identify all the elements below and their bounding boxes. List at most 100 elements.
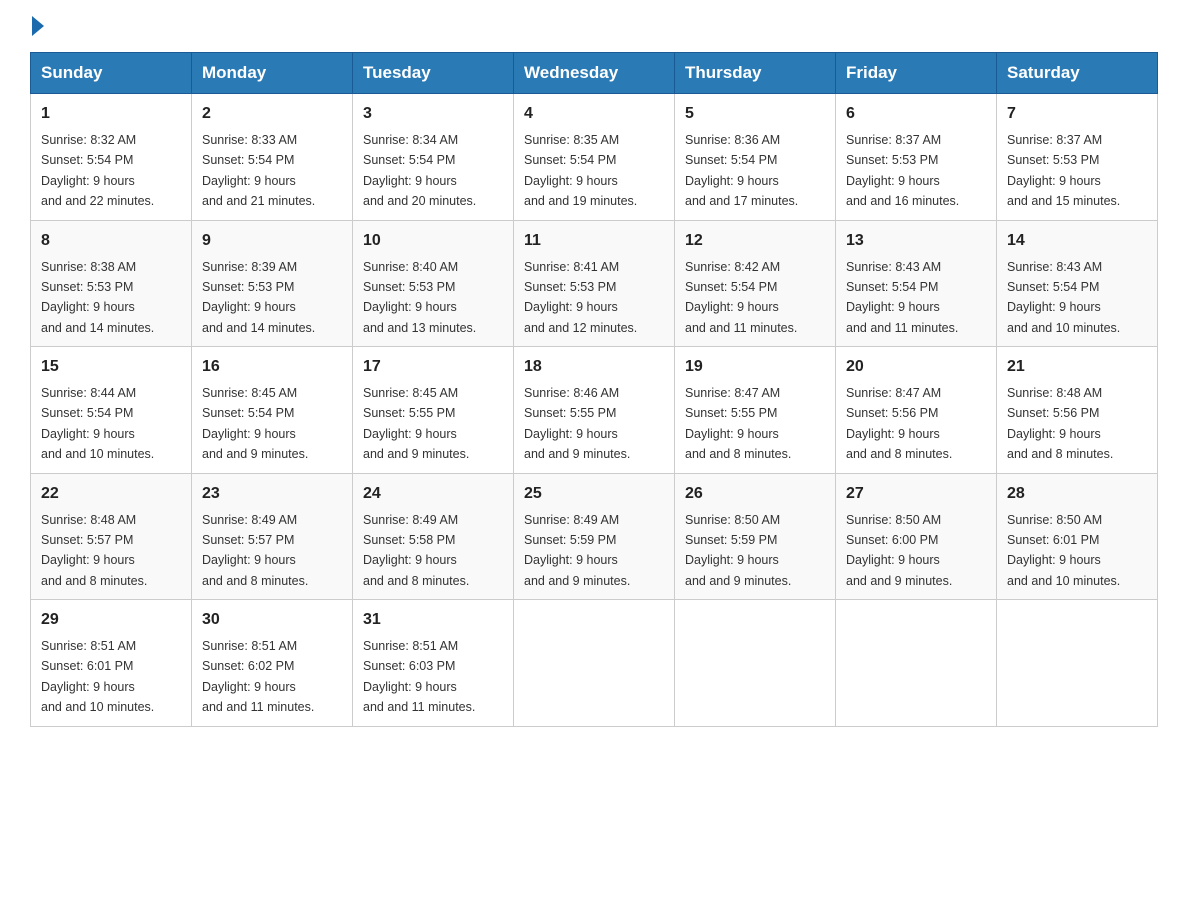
- day-number: 26: [685, 482, 825, 506]
- calendar-cell: 8 Sunrise: 8:38 AMSunset: 5:53 PMDayligh…: [31, 220, 192, 347]
- day-number: 16: [202, 355, 342, 379]
- day-number: 11: [524, 229, 664, 253]
- day-info: Sunrise: 8:39 AMSunset: 5:53 PMDaylight:…: [202, 260, 315, 335]
- day-info: Sunrise: 8:44 AMSunset: 5:54 PMDaylight:…: [41, 386, 154, 461]
- day-info: Sunrise: 8:34 AMSunset: 5:54 PMDaylight:…: [363, 133, 476, 208]
- calendar-cell: [836, 600, 997, 727]
- calendar-cell: 16 Sunrise: 8:45 AMSunset: 5:54 PMDaylig…: [192, 347, 353, 474]
- day-info: Sunrise: 8:32 AMSunset: 5:54 PMDaylight:…: [41, 133, 154, 208]
- calendar-cell: 14 Sunrise: 8:43 AMSunset: 5:54 PMDaylig…: [997, 220, 1158, 347]
- day-info: Sunrise: 8:41 AMSunset: 5:53 PMDaylight:…: [524, 260, 637, 335]
- calendar-cell: 20 Sunrise: 8:47 AMSunset: 5:56 PMDaylig…: [836, 347, 997, 474]
- weekday-header-friday: Friday: [836, 53, 997, 94]
- calendar-cell: 1 Sunrise: 8:32 AMSunset: 5:54 PMDayligh…: [31, 94, 192, 221]
- day-number: 4: [524, 102, 664, 126]
- day-info: Sunrise: 8:33 AMSunset: 5:54 PMDaylight:…: [202, 133, 315, 208]
- day-info: Sunrise: 8:50 AMSunset: 6:00 PMDaylight:…: [846, 513, 952, 588]
- calendar-cell: 4 Sunrise: 8:35 AMSunset: 5:54 PMDayligh…: [514, 94, 675, 221]
- weekday-header-sunday: Sunday: [31, 53, 192, 94]
- calendar-week-row: 22 Sunrise: 8:48 AMSunset: 5:57 PMDaylig…: [31, 473, 1158, 600]
- calendar-cell: 21 Sunrise: 8:48 AMSunset: 5:56 PMDaylig…: [997, 347, 1158, 474]
- calendar-cell: [675, 600, 836, 727]
- day-number: 7: [1007, 102, 1147, 126]
- day-info: Sunrise: 8:37 AMSunset: 5:53 PMDaylight:…: [846, 133, 959, 208]
- calendar-cell: 5 Sunrise: 8:36 AMSunset: 5:54 PMDayligh…: [675, 94, 836, 221]
- calendar-cell: 11 Sunrise: 8:41 AMSunset: 5:53 PMDaylig…: [514, 220, 675, 347]
- calendar-cell: 22 Sunrise: 8:48 AMSunset: 5:57 PMDaylig…: [31, 473, 192, 600]
- day-number: 13: [846, 229, 986, 253]
- calendar-week-row: 29 Sunrise: 8:51 AMSunset: 6:01 PMDaylig…: [31, 600, 1158, 727]
- day-info: Sunrise: 8:43 AMSunset: 5:54 PMDaylight:…: [1007, 260, 1120, 335]
- day-number: 20: [846, 355, 986, 379]
- day-number: 15: [41, 355, 181, 379]
- day-info: Sunrise: 8:36 AMSunset: 5:54 PMDaylight:…: [685, 133, 798, 208]
- day-number: 19: [685, 355, 825, 379]
- day-number: 31: [363, 608, 503, 632]
- calendar-cell: 28 Sunrise: 8:50 AMSunset: 6:01 PMDaylig…: [997, 473, 1158, 600]
- day-number: 12: [685, 229, 825, 253]
- calendar-cell: [514, 600, 675, 727]
- day-number: 9: [202, 229, 342, 253]
- calendar-cell: 24 Sunrise: 8:49 AMSunset: 5:58 PMDaylig…: [353, 473, 514, 600]
- calendar-cell: 27 Sunrise: 8:50 AMSunset: 6:00 PMDaylig…: [836, 473, 997, 600]
- day-info: Sunrise: 8:49 AMSunset: 5:57 PMDaylight:…: [202, 513, 308, 588]
- calendar-week-row: 1 Sunrise: 8:32 AMSunset: 5:54 PMDayligh…: [31, 94, 1158, 221]
- weekday-header-tuesday: Tuesday: [353, 53, 514, 94]
- day-number: 30: [202, 608, 342, 632]
- day-number: 29: [41, 608, 181, 632]
- day-info: Sunrise: 8:40 AMSunset: 5:53 PMDaylight:…: [363, 260, 476, 335]
- day-number: 18: [524, 355, 664, 379]
- calendar-cell: 9 Sunrise: 8:39 AMSunset: 5:53 PMDayligh…: [192, 220, 353, 347]
- page-header: [30, 20, 1158, 32]
- calendar-cell: 2 Sunrise: 8:33 AMSunset: 5:54 PMDayligh…: [192, 94, 353, 221]
- calendar-week-row: 15 Sunrise: 8:44 AMSunset: 5:54 PMDaylig…: [31, 347, 1158, 474]
- day-number: 1: [41, 102, 181, 126]
- day-info: Sunrise: 8:43 AMSunset: 5:54 PMDaylight:…: [846, 260, 958, 335]
- calendar-cell: 26 Sunrise: 8:50 AMSunset: 5:59 PMDaylig…: [675, 473, 836, 600]
- day-info: Sunrise: 8:48 AMSunset: 5:56 PMDaylight:…: [1007, 386, 1113, 461]
- day-number: 2: [202, 102, 342, 126]
- day-info: Sunrise: 8:47 AMSunset: 5:55 PMDaylight:…: [685, 386, 791, 461]
- day-info: Sunrise: 8:37 AMSunset: 5:53 PMDaylight:…: [1007, 133, 1120, 208]
- day-number: 3: [363, 102, 503, 126]
- day-info: Sunrise: 8:51 AMSunset: 6:01 PMDaylight:…: [41, 639, 154, 714]
- calendar-cell: 23 Sunrise: 8:49 AMSunset: 5:57 PMDaylig…: [192, 473, 353, 600]
- calendar-week-row: 8 Sunrise: 8:38 AMSunset: 5:53 PMDayligh…: [31, 220, 1158, 347]
- day-info: Sunrise: 8:45 AMSunset: 5:54 PMDaylight:…: [202, 386, 308, 461]
- calendar-cell: 31 Sunrise: 8:51 AMSunset: 6:03 PMDaylig…: [353, 600, 514, 727]
- calendar-cell: 6 Sunrise: 8:37 AMSunset: 5:53 PMDayligh…: [836, 94, 997, 221]
- day-info: Sunrise: 8:49 AMSunset: 5:59 PMDaylight:…: [524, 513, 630, 588]
- day-number: 5: [685, 102, 825, 126]
- logo-arrow-icon: [32, 16, 44, 36]
- day-number: 23: [202, 482, 342, 506]
- calendar-cell: 3 Sunrise: 8:34 AMSunset: 5:54 PMDayligh…: [353, 94, 514, 221]
- calendar-cell: 15 Sunrise: 8:44 AMSunset: 5:54 PMDaylig…: [31, 347, 192, 474]
- day-number: 6: [846, 102, 986, 126]
- calendar-cell: [997, 600, 1158, 727]
- calendar-cell: 25 Sunrise: 8:49 AMSunset: 5:59 PMDaylig…: [514, 473, 675, 600]
- calendar-header-row: SundayMondayTuesdayWednesdayThursdayFrid…: [31, 53, 1158, 94]
- weekday-header-saturday: Saturday: [997, 53, 1158, 94]
- day-number: 25: [524, 482, 664, 506]
- logo: [30, 20, 44, 32]
- calendar-cell: 17 Sunrise: 8:45 AMSunset: 5:55 PMDaylig…: [353, 347, 514, 474]
- calendar-table: SundayMondayTuesdayWednesdayThursdayFrid…: [30, 52, 1158, 727]
- day-info: Sunrise: 8:42 AMSunset: 5:54 PMDaylight:…: [685, 260, 797, 335]
- calendar-cell: 29 Sunrise: 8:51 AMSunset: 6:01 PMDaylig…: [31, 600, 192, 727]
- calendar-cell: 18 Sunrise: 8:46 AMSunset: 5:55 PMDaylig…: [514, 347, 675, 474]
- day-info: Sunrise: 8:48 AMSunset: 5:57 PMDaylight:…: [41, 513, 147, 588]
- weekday-header-monday: Monday: [192, 53, 353, 94]
- calendar-cell: 30 Sunrise: 8:51 AMSunset: 6:02 PMDaylig…: [192, 600, 353, 727]
- weekday-header-thursday: Thursday: [675, 53, 836, 94]
- calendar-cell: 10 Sunrise: 8:40 AMSunset: 5:53 PMDaylig…: [353, 220, 514, 347]
- day-number: 27: [846, 482, 986, 506]
- day-info: Sunrise: 8:35 AMSunset: 5:54 PMDaylight:…: [524, 133, 637, 208]
- weekday-header-wednesday: Wednesday: [514, 53, 675, 94]
- day-info: Sunrise: 8:50 AMSunset: 5:59 PMDaylight:…: [685, 513, 791, 588]
- day-number: 10: [363, 229, 503, 253]
- day-info: Sunrise: 8:47 AMSunset: 5:56 PMDaylight:…: [846, 386, 952, 461]
- day-info: Sunrise: 8:51 AMSunset: 6:03 PMDaylight:…: [363, 639, 475, 714]
- calendar-cell: 19 Sunrise: 8:47 AMSunset: 5:55 PMDaylig…: [675, 347, 836, 474]
- day-number: 8: [41, 229, 181, 253]
- calendar-cell: 7 Sunrise: 8:37 AMSunset: 5:53 PMDayligh…: [997, 94, 1158, 221]
